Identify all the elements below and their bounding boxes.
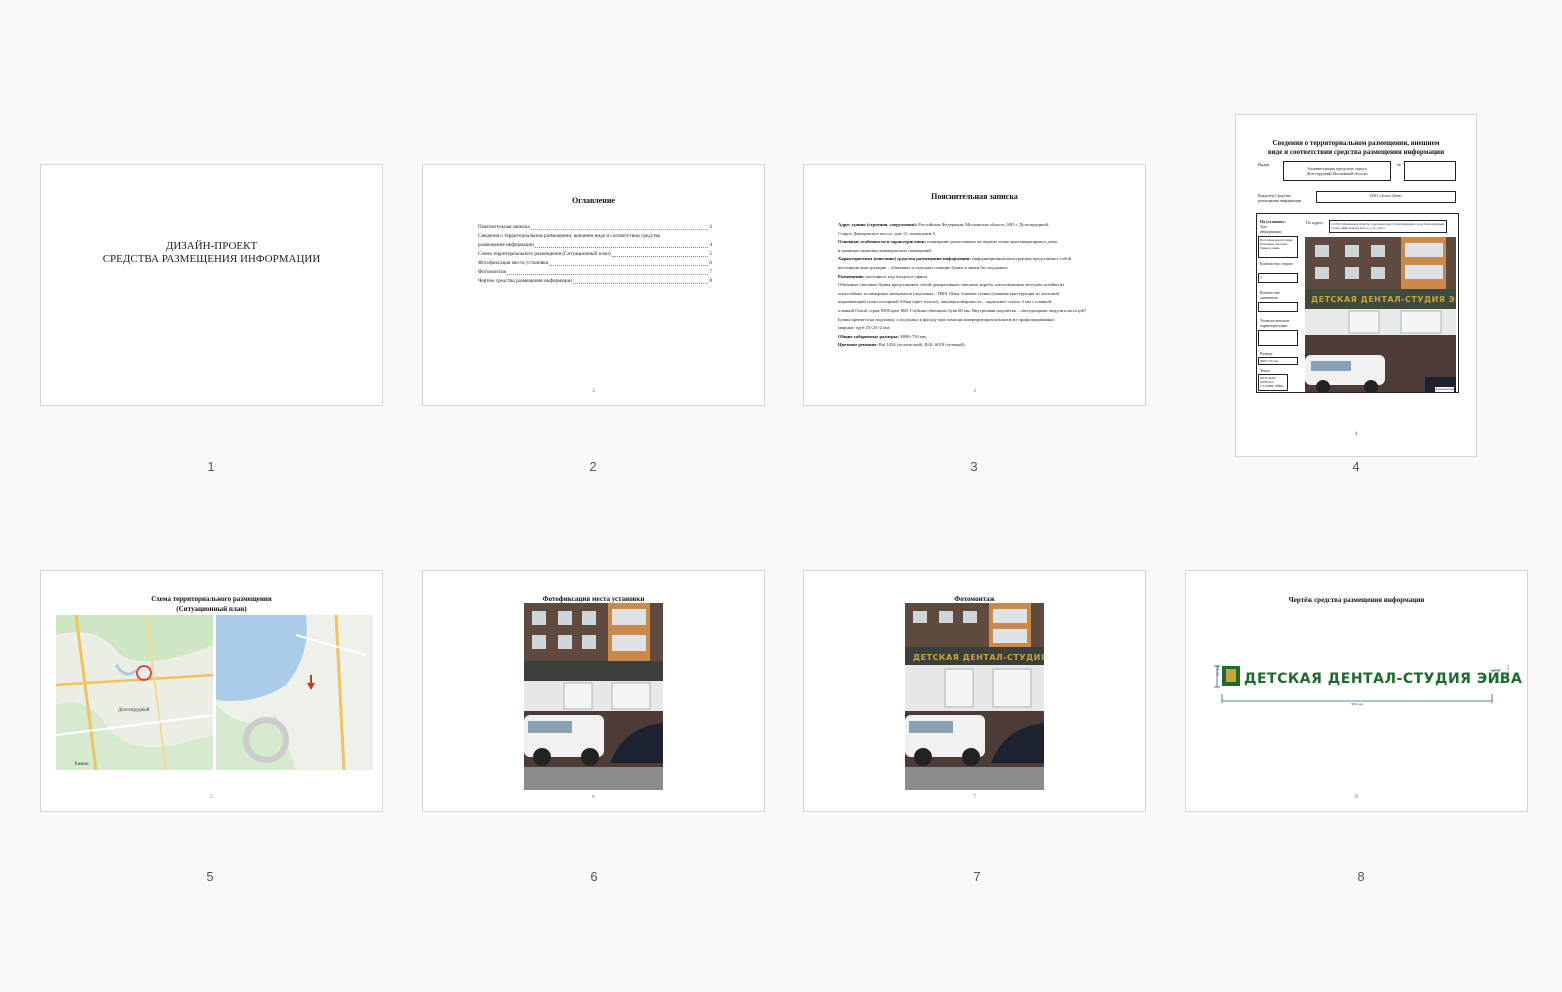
photomontage-image: ДЕТСКАЯ ДЕНТАЛ-СТУДИЯ ЭЙВА [905,603,1044,790]
page-thumbnail-1[interactable]: ДИЗАЙН-ПРОЕКТ СРЕДСТВА РАЗМЕЩЕНИЯ ИНФОРМ… [40,164,383,406]
toc-item: Сведения о территориальном размещении, в… [478,233,661,239]
page-number-5: 5 [206,869,214,884]
page-number-6: 6 [590,869,598,884]
page-number-3: 3 [970,459,978,474]
elements-label: Количество элементов: [1260,290,1280,300]
number-box [1404,161,1456,181]
page-number-1: 1 [207,459,215,474]
table-of-contents: Пояснительная записка 3 Сведения о террит… [478,223,712,286]
address-box: 141700, Московская область, городской ок… [1329,220,1447,233]
form-photo-sign: ДЕТСКАЯ ДЕНТАЛ-СТУДИЯ ЭЙВА [1311,293,1456,304]
tech-label: Технологические характеристики: [1260,318,1290,328]
note-line: в границах нежилых коммерческих помещени… [838,247,932,253]
page-number-8: 8 [1357,869,1365,884]
owner-label: Владелец Средства размещения информации [1258,193,1302,203]
note-line: пленкой Oracal серия 8500 цвет 068. Глуб… [838,307,1088,313]
note-line: Цветовое решение: Ral 1034 (золотистый),… [838,342,966,348]
toc-item: Чертеж средства размещения информации 8 [478,278,712,284]
note-line: Объемные световые буквы представляют соб… [838,282,1065,288]
type-box: Настенная конструкция. Объемные световые… [1258,236,1298,258]
toc-item: Фотомонтаж 7 [478,269,712,275]
cover-line-1: ДИЗАЙН-ПРОЕКТ [165,240,258,252]
page-thumbnail-5[interactable]: Схема территориального размещения (Ситуа… [40,570,383,812]
page-footer-number: 4 [1354,432,1358,437]
page-thumbnail-6[interactable]: Фотофиксация места установки 6 [422,570,765,812]
page-footer-number: 2 [592,389,595,394]
map-label: Химки [74,762,89,767]
note-title: Пояснительная записка [931,192,1018,201]
dim-letter-label: 450 мм [1506,665,1510,676]
note-line: настенную конструкцию – объемные и отдел… [838,264,1009,270]
note-line: Основные особенности и характеристики: п… [838,239,1057,245]
explanatory-note-text: Адрес здания (строения, сооружения): Рос… [838,221,1119,350]
dim-height-label: 750 мм [1216,666,1220,677]
sides-label: Количество сторон: [1260,261,1294,266]
toc-title: Оглавление [572,196,615,205]
page-footer-number: 8 [1355,795,1358,800]
building-photo: ДЕТСКАЯ ДЕНТАЛ-СТУДИЯ ЭЙВА [1305,237,1456,392]
size-box: 3800×750 мм. [1258,357,1298,365]
number-label: № [1397,162,1401,167]
note-line: огнестойких полимерных материалов (подло… [838,290,1059,296]
note-line: Общие габаритные размеры: 3800×750 мм. [838,333,927,339]
sides-box: 1 [1258,273,1298,283]
note-line: Размещение: настенное, над входом в офис… [838,273,929,279]
note-line: сварных труб 25×25×2 мм. [838,325,891,331]
toc-item: Пояснительная записка 3 [478,224,712,230]
cover-line-2: СРЕДСТВА РАЗМЕЩЕНИЯ ИНФОРМАЦИИ [102,253,321,265]
owner-box: ООО «Золот Дент» [1316,191,1456,203]
size-label: Размер: [1260,351,1273,356]
sign-drawing: ДЕТСКАЯ ДЕНТАЛ-СТУДИЯ ЭЙВА 750 мм 450 мм… [1214,665,1522,706]
tech-box [1258,330,1298,346]
address-label: По адресу [1306,220,1324,225]
page-number-2: 2 [589,459,597,474]
detail-map [216,615,373,770]
photomontage-sign: ДЕТСКАЯ ДЕНТАЛ-СТУДИЯ ЭЙВА [913,651,1044,662]
elements-box [1258,302,1298,312]
page-thumbnail-7[interactable]: Фотомонтаж ДЕТСКАЯ ДЕНТАЛ-СТУДИЯ ЭЙВА 7 [803,570,1146,812]
type-label: Тип информации [1260,224,1282,234]
photomontage-title: Фотомонтаж [954,595,995,603]
page-footer-number: 5 [210,795,213,800]
site-photo [524,603,663,790]
page-footer-number: 7 [973,795,976,800]
page-number-4: 4 [1352,459,1360,474]
note-line: Старое Дмитровское шоссе, дом 11, помеще… [838,230,937,236]
photo-fixation-title: Фотофиксация места установки [542,595,645,603]
issued-label: Выдан [1258,162,1270,167]
form-photomontage-image: ДЕТСКАЯ ДЕНТАЛ-СТУДИЯ ЭЙВА фотомонтаж [1305,237,1456,392]
map-title: Схема территориального размещения (Ситуа… [151,595,272,613]
page-thumbnail-8[interactable]: Чертёж средства размещения информации ДЕ… [1185,570,1528,812]
page-thumbnail-2[interactable]: Оглавление Пояснительная записка 3 Сведен… [422,164,765,406]
page-thumbnail-3[interactable]: Пояснительная записка Адрес здания (стро… [803,164,1146,406]
text-box: ДЕТСКАЯ ДЕНТАЛ-СТУДИЯ ЭЙВА [1258,374,1288,391]
overview-map: Долгопрудный Химки [56,615,213,770]
toc-item: Схема территориального размещения (Ситуа… [478,251,712,257]
page-footer-number: 6 [592,795,595,800]
page-thumbnail-4[interactable]: Сведения о территориальном размещении, в… [1235,114,1477,457]
issued-by-box: Администрация городского округа Долгопру… [1283,161,1391,181]
text-label: Текст: [1260,368,1271,373]
toc-item: размещения информации 4 [478,242,712,248]
cover-title: ДИЗАЙН-ПРОЕКТ СРЕДСТВА РАЗМЕЩЕНИЯ ИНФОРМ… [41,240,382,266]
map-label: Долгопрудный [118,708,150,713]
form-title: Сведения о территориальном размещении, в… [1267,139,1445,156]
note-line: Буквы крепятся на подложку, а подложка к… [838,316,1055,322]
page-footer-number: 3 [973,389,976,394]
note-line: нержавеющей стали толщиной 0.8мм (цвет з… [838,299,1052,305]
note-line: Адрес здания (строения, сооружения): Рос… [838,222,1050,227]
toc-item: Фотофиксация места установки 6 [478,260,712,266]
dim-width-label: 3800 мм [1351,702,1364,706]
page-number-7: 7 [973,869,981,884]
sign-lettering: ДЕТСКАЯ ДЕНТАЛ-СТУДИЯ ЭЙВА [1244,670,1522,687]
note-line: Характеристика (описание) средства разме… [838,256,1072,262]
photo-caption: фотомонтаж [1435,387,1454,392]
